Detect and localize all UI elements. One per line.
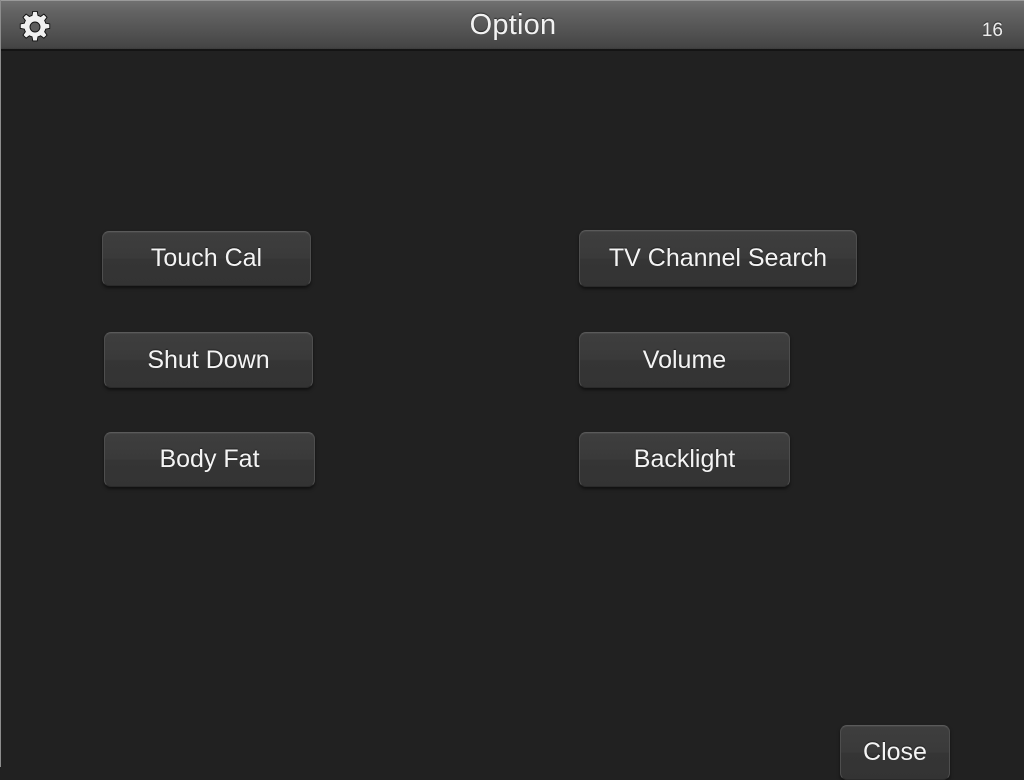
volume-button[interactable]: Volume — [579, 332, 790, 388]
shut-down-button[interactable]: Shut Down — [104, 332, 313, 388]
settings-gear-button[interactable] — [9, 4, 61, 49]
body-fat-button[interactable]: Body Fat — [104, 432, 315, 487]
page-title: Option — [469, 9, 557, 41]
touch-cal-button[interactable]: Touch Cal — [102, 231, 311, 286]
gear-icon — [17, 9, 53, 45]
status-badge: 16 — [981, 20, 1003, 41]
tv-channel-search-button[interactable]: TV Channel Search — [579, 230, 857, 287]
title-bar: Option 16 — [1, 0, 1024, 51]
backlight-button[interactable]: Backlight — [579, 432, 790, 487]
option-window: Option 16 Touch Cal Shut Down Body Fat T… — [0, 0, 1024, 780]
close-button[interactable]: Close — [840, 725, 950, 780]
options-content: Touch Cal Shut Down Body Fat TV Channel … — [2, 51, 1024, 780]
